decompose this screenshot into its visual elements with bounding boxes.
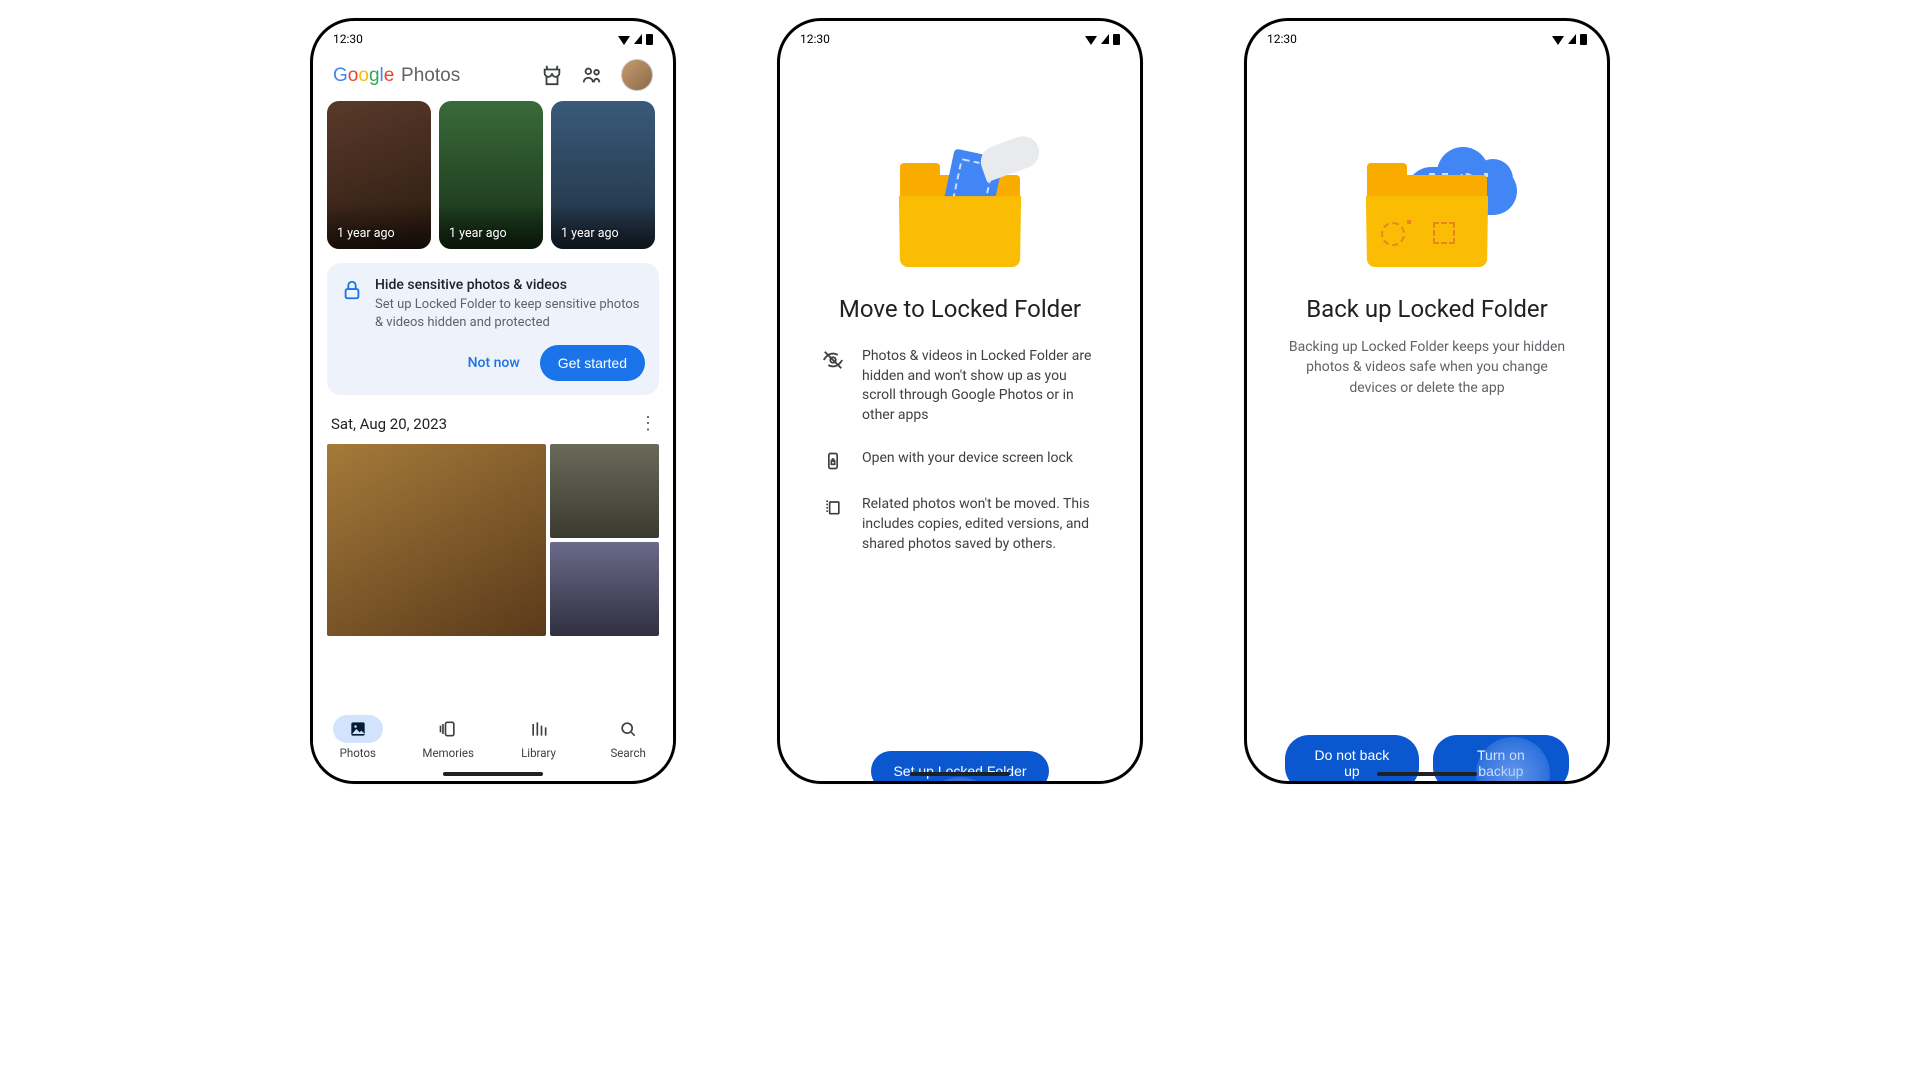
overflow-menu-icon[interactable]: ⋮ — [639, 413, 655, 434]
gesture-bar — [1377, 772, 1477, 776]
nav-library[interactable]: Library — [514, 715, 564, 760]
signal-icon — [1568, 34, 1576, 44]
memory-card[interactable]: 1 year ago — [551, 101, 655, 249]
lock-icon — [341, 279, 363, 305]
phone-photos-home: 12:30 Google Photos 1 — [310, 18, 676, 784]
status-icons — [618, 34, 653, 45]
locked-folder-promo: Hide sensitive photos & videos Set up Lo… — [327, 263, 659, 395]
signal-icon — [634, 34, 642, 44]
nav-memories[interactable]: Memories — [422, 715, 474, 760]
phone-backup-locked: 12:30 Back up Lock — [1244, 18, 1610, 784]
nav-search[interactable]: Search — [603, 715, 653, 760]
status-bar: 12:30 — [1247, 29, 1607, 49]
folder-illustration — [870, 135, 1050, 275]
sharing-icon[interactable] — [581, 64, 603, 86]
status-bar: 12:30 — [313, 29, 673, 49]
signal-icon — [1101, 34, 1109, 44]
status-bar: 12:30 — [780, 29, 1140, 49]
bottom-nav: Photos Memories Library Search — [313, 707, 673, 767]
battery-icon — [1580, 34, 1587, 45]
status-time: 12:30 — [1267, 32, 1297, 46]
gesture-bar — [443, 772, 543, 776]
battery-icon — [646, 34, 653, 45]
photo-grid[interactable] — [327, 444, 659, 636]
status-icons — [1552, 34, 1587, 45]
turn-on-backup-button[interactable]: Turn on backup — [1433, 735, 1569, 784]
photo-thumbnail[interactable] — [550, 542, 659, 636]
eye-off-icon — [822, 349, 844, 425]
google-photos-logo: Google Photos — [333, 63, 460, 87]
account-avatar[interactable] — [621, 59, 653, 91]
device-lock-icon — [822, 451, 844, 471]
photo-thumbnail[interactable] — [550, 444, 659, 538]
info-hidden: Photos & videos in Locked Folder are hid… — [822, 347, 1098, 425]
memories-carousel[interactable]: 1 year ago 1 year ago 1 year ago — [327, 101, 659, 249]
do-not-back-up-button[interactable]: Do not back up — [1285, 735, 1419, 784]
setup-locked-folder-button[interactable]: Set up Locked Folder — [871, 751, 1048, 784]
screen-title: Back up Locked Folder — [1261, 295, 1593, 323]
status-time: 12:30 — [333, 32, 363, 46]
promo-title: Hide sensitive photos & videos — [375, 277, 645, 293]
wifi-icon — [618, 36, 630, 45]
screen-title: Move to Locked Folder — [794, 295, 1126, 323]
related-photos-icon — [822, 497, 844, 554]
gesture-bar — [910, 772, 1010, 776]
print-store-icon[interactable] — [541, 64, 563, 86]
memory-card[interactable]: 1 year ago — [327, 101, 431, 249]
memory-card[interactable]: 1 year ago — [439, 101, 543, 249]
promo-body: Set up Locked Folder to keep sensitive p… — [375, 296, 645, 331]
app-header: Google Photos — [327, 55, 659, 101]
nav-photos[interactable]: Photos — [333, 715, 383, 760]
three-phone-marketing: 12:30 Google Photos 1 — [240, 0, 1680, 810]
not-now-button[interactable]: Not now — [468, 355, 520, 371]
screen-body: Backing up Locked Folder keeps your hidd… — [1261, 337, 1593, 398]
info-screen-lock: Open with your device screen lock — [822, 449, 1098, 471]
photo-thumbnail[interactable] — [327, 444, 546, 636]
folder-cloud-illustration — [1337, 135, 1517, 275]
get-started-button[interactable]: Get started — [540, 345, 645, 381]
info-related: Related photos won't be moved. This incl… — [822, 495, 1098, 554]
battery-icon — [1113, 34, 1120, 45]
status-time: 12:30 — [800, 32, 830, 46]
phone-move-to-locked: 12:30 Move to Locked Folder Pho — [777, 18, 1143, 784]
status-icons — [1085, 34, 1120, 45]
section-date: Sat, Aug 20, 2023 — [331, 415, 447, 433]
wifi-icon — [1085, 36, 1097, 45]
wifi-icon — [1552, 36, 1564, 45]
